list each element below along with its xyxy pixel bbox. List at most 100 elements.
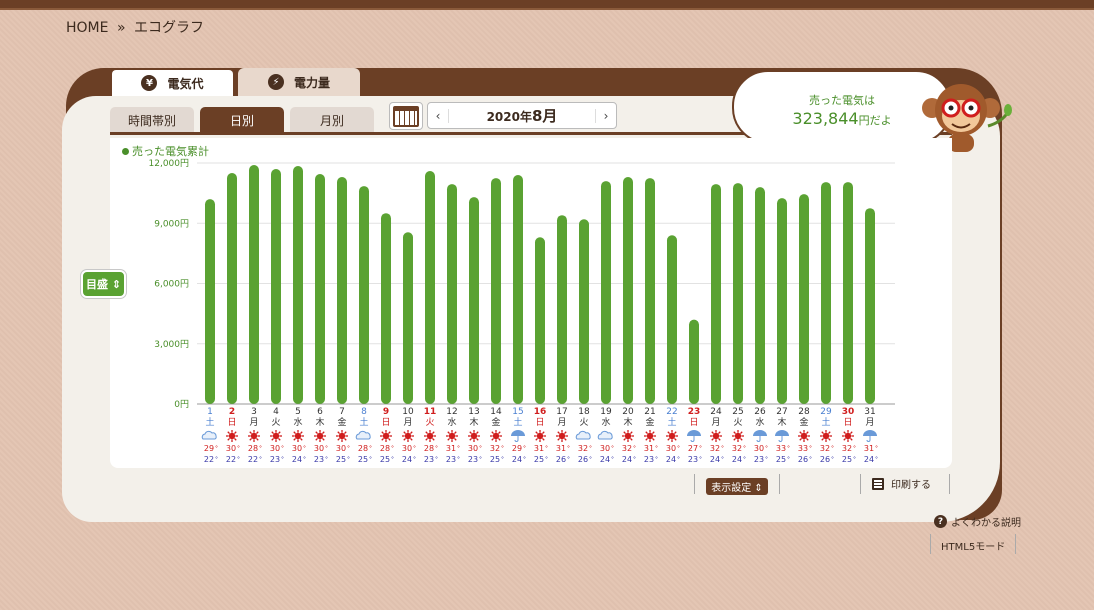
umbrella-handle [756, 436, 761, 442]
temp-high: 27 [688, 444, 698, 453]
temp-low: 23 [446, 455, 456, 464]
print-label: 印刷する [891, 480, 931, 491]
x-tick-label: 22 [666, 407, 677, 417]
temp-unit: ° [281, 456, 284, 463]
temp-unit: ° [765, 445, 768, 452]
y-tick-label: 0円 [174, 399, 189, 410]
sunny-icon [402, 430, 414, 442]
weekday-label: 水 [293, 416, 302, 428]
temp-low: 26 [578, 455, 588, 464]
y-tick-label: 12,000円 [149, 158, 190, 169]
temp-unit: ° [545, 456, 548, 463]
bar [359, 186, 369, 404]
bar [579, 219, 589, 404]
temp-low: 25 [534, 455, 544, 464]
help-link[interactable]: ? よくわかる説明 [934, 514, 1021, 529]
divider [1015, 534, 1016, 554]
temp-unit: ° [259, 456, 262, 463]
temp-high: 30 [336, 444, 346, 453]
sunny-icon [380, 430, 392, 442]
x-tick-label: 9 [383, 407, 389, 417]
temp-low: 25 [358, 455, 368, 464]
weekday-label: 木 [777, 416, 786, 428]
temp-unit: ° [677, 445, 680, 452]
x-tick-label: 18 [578, 407, 590, 417]
temp-high: 32 [842, 444, 852, 453]
cloudy-icon [355, 430, 371, 440]
temp-high: 32 [578, 444, 588, 453]
temp-unit: ° [259, 445, 262, 452]
bar [271, 169, 281, 404]
weekday-label: 金 [491, 416, 500, 428]
bar [447, 184, 457, 404]
umbrella-icon [511, 430, 525, 436]
temp-unit: ° [765, 456, 768, 463]
temp-high: 30 [666, 444, 676, 453]
temp-unit: ° [831, 456, 834, 463]
temp-unit: ° [655, 456, 658, 463]
x-tick-label: 5 [295, 407, 301, 417]
x-tick-label: 14 [490, 407, 502, 417]
weekday-label: 月 [557, 417, 566, 428]
temp-unit: ° [413, 456, 416, 463]
weekday-label: 月 [865, 417, 874, 428]
weekday-label: 月 [711, 417, 720, 428]
temp-unit: ° [479, 445, 482, 452]
temp-low: 24 [710, 455, 720, 464]
bar [821, 182, 831, 404]
temp-unit: ° [633, 456, 636, 463]
print-button[interactable]: 印刷する [872, 476, 931, 491]
bar [711, 184, 721, 404]
bar [645, 178, 655, 404]
temp-low: 23 [270, 455, 280, 464]
temp-high: 29 [204, 444, 214, 453]
temp-unit: ° [677, 456, 680, 463]
temp-high: 33 [776, 444, 786, 453]
temp-high: 31 [644, 444, 654, 453]
temp-low: 23 [468, 455, 478, 464]
x-tick-label: 29 [820, 407, 832, 417]
weekday-label: 火 [271, 417, 280, 428]
temp-low: 23 [314, 455, 324, 464]
y-tick-label: 3,000円 [154, 339, 189, 350]
umbrella-handle [866, 436, 871, 442]
weekday-label: 月 [403, 417, 412, 428]
umbrella-icon [775, 430, 789, 436]
bar [205, 199, 215, 404]
temp-unit: ° [721, 445, 724, 452]
x-tick-label: 24 [710, 407, 722, 417]
temp-unit: ° [237, 456, 240, 463]
display-settings-button[interactable]: 表示設定 ⇕ [706, 478, 768, 495]
x-tick-label: 7 [339, 407, 345, 417]
temp-unit: ° [567, 445, 570, 452]
bar [249, 165, 259, 404]
bar [425, 171, 435, 404]
temp-low: 26 [556, 455, 566, 464]
temp-unit: ° [479, 456, 482, 463]
temp-low: 22 [248, 455, 258, 464]
cloudy-icon [201, 430, 217, 440]
bar [557, 215, 567, 404]
html5-mode-link[interactable]: HTML5モード [941, 538, 1005, 553]
temp-low: 23 [644, 455, 654, 464]
temp-unit: ° [809, 456, 812, 463]
temp-unit: ° [611, 445, 614, 452]
temp-low: 25 [380, 455, 390, 464]
temp-unit: ° [413, 445, 416, 452]
temp-unit: ° [831, 445, 834, 452]
temp-unit: ° [215, 445, 218, 452]
bar [315, 174, 325, 404]
bar [227, 173, 237, 404]
sunny-icon [248, 430, 260, 442]
bar [777, 198, 787, 404]
temp-low: 25 [490, 455, 500, 464]
temp-high: 28 [358, 444, 368, 453]
temp-unit: ° [391, 445, 394, 452]
bar [733, 183, 743, 404]
x-tick-label: 17 [556, 407, 567, 417]
y-tick-label: 6,000円 [154, 279, 189, 290]
temp-unit: ° [809, 445, 812, 452]
weekday-label: 水 [447, 416, 456, 428]
x-tick-label: 8 [361, 407, 367, 417]
temp-low: 24 [622, 455, 632, 464]
